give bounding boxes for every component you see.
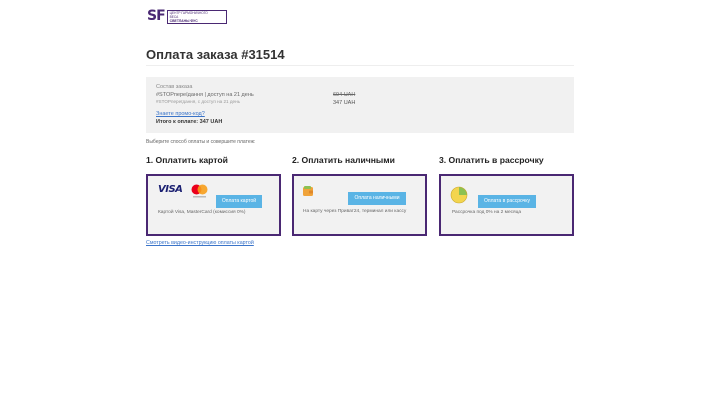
payment-option-card[interactable]: VISA Оплата картой Картой Visa, MasterCa…: [146, 174, 281, 236]
order-item-subtitle: #STOPпереїдання, с доступ на 21 день: [156, 99, 240, 104]
payment-option-installment[interactable]: Оплата в рассрочку Рассрочка под 0% на 2…: [439, 174, 574, 236]
card-option-description: Картой Visa, MasterCard (комиссия 0%): [158, 210, 246, 215]
title-divider: [146, 65, 574, 66]
mastercard-icon: [191, 184, 208, 198]
order-total: Итого к оплате: 347 UAH: [156, 119, 223, 125]
logo[interactable]: SF ЦЕНТР ГАРМОНИЧНОГО ВЕСА СВЕТЛАНЫ ФУС: [147, 9, 227, 24]
order-summary: Состав заказа #STOPпереїдання | доступ н…: [146, 77, 574, 133]
pay-by-card-button[interactable]: Оплата картой: [216, 195, 262, 208]
logo-text: ЦЕНТР ГАРМОНИЧНОГО ВЕСА СВЕТЛАНЫ ФУС: [166, 9, 227, 24]
wallet-icon: [303, 186, 313, 196]
price-old: 694 UAH: [333, 92, 356, 98]
installment-option-description: Рассрочка под 0% на 2 месяца: [452, 210, 522, 215]
pay-cash-button[interactable]: Оплата наличными: [348, 192, 406, 205]
payment-option-cash[interactable]: Оплата наличными На карту через Приват24…: [292, 174, 427, 236]
choose-payment-text: Выберите способ оплаты и совершите плате…: [146, 139, 256, 145]
promo-code-link[interactable]: Знаете промо-код?: [156, 111, 205, 117]
logo-mark: SF: [147, 8, 166, 24]
cash-option-description: На карту через Приват24, терминал или ка…: [303, 209, 407, 214]
option-cash-title: 2. Оплатить наличными: [292, 155, 395, 165]
pie-chart-icon: [450, 186, 468, 204]
video-instruction-link[interactable]: Смотреть видео-инструкцию оплаты картой: [146, 240, 254, 246]
option-installment-title: 3. Оплатить в рассрочку: [439, 155, 544, 165]
price-new: 347 UAH: [333, 100, 356, 106]
page-title: Оплата заказа #31514: [146, 47, 285, 62]
pay-installment-button[interactable]: Оплата в рассрочку: [478, 195, 536, 208]
order-label: Состав заказа: [156, 84, 193, 90]
logo-line-3: СВЕТЛАНЫ ФУС: [169, 18, 198, 23]
order-item-title: #STOPпереїдання | доступ на 21 день: [156, 92, 254, 98]
visa-logo: VISA: [158, 184, 183, 195]
option-card-title: 1. Оплатить картой: [146, 155, 228, 165]
